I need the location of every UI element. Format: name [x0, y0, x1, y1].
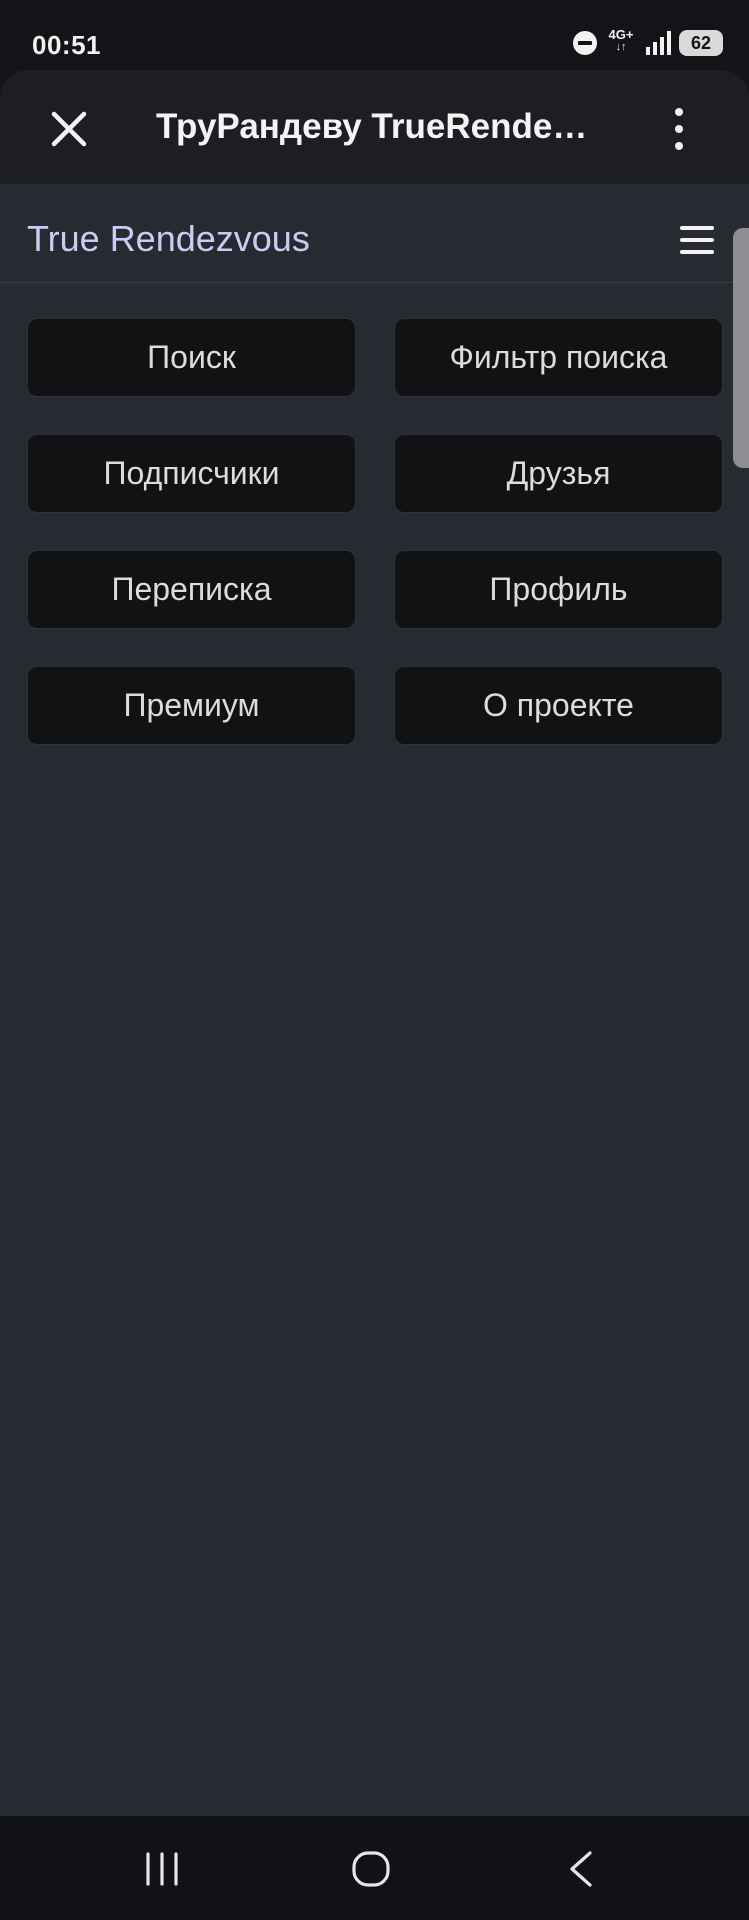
- messages-button[interactable]: Переписка: [27, 550, 356, 629]
- signal-icon: [646, 31, 671, 55]
- network-type-icon: 4G+ ↓↑: [605, 28, 637, 58]
- more-vertical-icon[interactable]: [664, 104, 694, 154]
- search-button[interactable]: Поиск: [27, 318, 356, 397]
- status-bar: 00:51 4G+ ↓↑ 62: [0, 0, 749, 70]
- about-button[interactable]: О проекте: [394, 666, 723, 745]
- hamburger-line: [680, 226, 714, 230]
- hamburger-menu-icon[interactable]: [680, 226, 718, 256]
- search-filter-button[interactable]: Фильтр поиска: [394, 318, 723, 397]
- hamburger-line: [680, 250, 714, 254]
- home-icon[interactable]: [351, 1850, 391, 1888]
- close-icon[interactable]: [46, 106, 92, 152]
- battery-icon: 62: [679, 30, 723, 56]
- scrollbar-thumb[interactable]: [733, 228, 749, 468]
- web-content: True Rendezvous Поиск Фильтр поиска Подп…: [0, 184, 749, 1816]
- friends-button[interactable]: Друзья: [394, 434, 723, 513]
- status-icons: 4G+ ↓↑ 62: [573, 28, 723, 58]
- status-time: 00:51: [32, 30, 101, 60]
- network-type-label: 4G+: [608, 27, 634, 42]
- subscribers-button[interactable]: Подписчики: [27, 434, 356, 513]
- app-bar: ТруРандеву TrueRendezvous: [0, 70, 749, 184]
- menu-grid: Поиск Фильтр поиска Подписчики Друзья Пе…: [27, 318, 723, 745]
- profile-button[interactable]: Профиль: [394, 550, 723, 629]
- site-header: True Rendezvous: [0, 184, 749, 283]
- back-icon[interactable]: [566, 1850, 596, 1888]
- app-title: ТруРандеву TrueRendezvous: [156, 107, 596, 146]
- recents-icon[interactable]: [142, 1852, 182, 1886]
- do-not-disturb-icon: [573, 31, 597, 55]
- brand-link[interactable]: True Rendezvous: [27, 218, 310, 260]
- network-arrows-icon: ↓↑: [615, 41, 627, 53]
- hamburger-line: [680, 238, 714, 242]
- premium-button[interactable]: Премиум: [27, 666, 356, 745]
- navigation-bar: [0, 1816, 749, 1920]
